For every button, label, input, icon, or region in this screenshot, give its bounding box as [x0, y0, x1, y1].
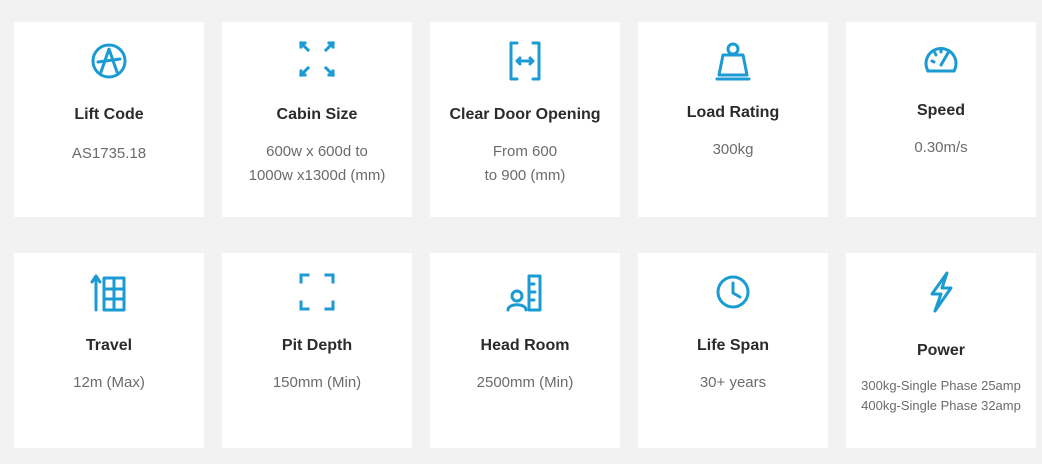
spec-value: 300kg — [712, 141, 754, 158]
spec-card-lift-code: Lift Code AS1735.18 — [14, 22, 204, 217]
spec-title: Cabin Size — [276, 106, 358, 123]
spec-value: 0.30m/s — [914, 139, 968, 156]
travel-elevator-icon — [89, 270, 129, 314]
spec-value: 150mm (Min) — [272, 374, 362, 391]
spec-title: Clear Door Opening — [449, 106, 601, 123]
spec-title: Power — [916, 342, 965, 359]
spec-card-pit-depth: Pit Depth 150mm (Min) — [222, 253, 412, 448]
spec-title: Lift Code — [74, 106, 144, 123]
spec-card-head-room: Head Room 2500mm (Min) — [430, 253, 620, 448]
spec-title: Pit Depth — [281, 337, 353, 354]
spec-card-power: Power 300kg-Single Phase 25amp 400kg-Sin… — [846, 253, 1036, 448]
headroom-icon — [505, 270, 545, 314]
spec-value: 600w x 600d to 1000w x1300d (mm) — [248, 143, 386, 184]
spec-value: 30+ years — [699, 374, 767, 391]
spec-value: AS1735.18 — [71, 145, 147, 162]
spec-card-clear-door-opening: Clear Door Opening From 600 to 900 (mm) — [430, 22, 620, 217]
spec-title: Speed — [916, 102, 965, 119]
spec-value: 2500mm (Min) — [476, 374, 574, 391]
speedometer-icon — [921, 39, 961, 83]
spec-title: Life Span — [696, 337, 769, 354]
spec-value: 12m (Max) — [73, 374, 145, 391]
accessibility-icon — [89, 39, 129, 83]
spec-title: Load Rating — [686, 104, 780, 121]
spec-title: Travel — [85, 337, 133, 354]
expand-arrows-icon — [297, 39, 337, 83]
spec-card-travel: Travel 12m (Max) — [14, 253, 204, 448]
spec-card-life-span: Life Span 30+ years — [638, 253, 828, 448]
spec-title: Head Room — [480, 337, 570, 354]
weight-icon — [713, 39, 753, 83]
lightning-icon — [921, 270, 961, 314]
clock-icon — [713, 270, 753, 314]
spec-card-speed: Speed 0.30m/s — [846, 22, 1036, 217]
spec-card-cabin-size: Cabin Size 600w x 600d to 1000w x1300d (… — [222, 22, 412, 217]
door-opening-icon — [505, 39, 545, 83]
spec-value: From 600 to 900 (mm) — [484, 143, 566, 184]
spec-value: 300kg-Single Phase 25amp 400kg-Single Ph… — [861, 378, 1021, 413]
pit-corners-icon — [297, 270, 337, 314]
spec-card-load-rating: Load Rating 300kg — [638, 22, 828, 217]
